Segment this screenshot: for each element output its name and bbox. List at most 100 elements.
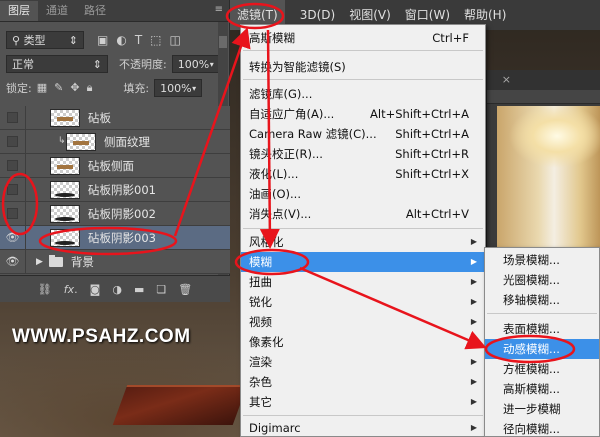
menu-item-other[interactable]: 其它 ▶ [241,392,485,412]
submenu-arrow-icon: ▶ [470,397,477,406]
layers-panel: 图层 通道 路径 ≡ ⚲ 类型 ⇕ ▣ ◐ T ⬚ ◫ 正常 ⇕ 不透明度: 1… [0,0,230,302]
trash-icon[interactable]: 🗑︎ [178,283,192,296]
tab-channels[interactable]: 通道 [38,1,76,21]
menu-item-blur[interactable]: 模糊 ▶ [241,252,485,272]
document-window: × [486,70,600,270]
menu-item-shortcut: Shift+Ctrl+R [395,147,469,161]
scrollbar-thumb[interactable] [219,36,227,48]
menu-item-stylize[interactable]: 风格化 ▶ [241,232,485,252]
submenu-item-gaussian-blur[interactable]: 高斯模糊... [485,379,599,399]
submenu-arrow-icon: ▶ [470,357,477,366]
expand-arrow-icon[interactable]: ▶ [36,257,43,267]
menu-item-adaptive-wide-angle[interactable]: 自适应广角(A)... Alt+Shift+Ctrl+A [241,104,485,124]
layer-row[interactable]: 砧板阴影002 [0,201,230,226]
visibility-toggle[interactable] [0,129,26,154]
menu-item-label: 自适应广角(A)... [249,107,335,121]
menu-item-label: 转换为智能滤镜(S) [249,60,346,74]
visibility-toggle[interactable]: 👁︎ [0,225,26,250]
tab-paths[interactable]: 路径 [76,1,114,21]
document-tab[interactable]: × [487,70,600,90]
tab-layers[interactable]: 图层 [0,1,38,21]
adjustment-filter-icon[interactable]: ◐ [116,33,126,47]
submenu-item-surface-blur[interactable]: 表面模糊... [485,319,599,339]
panel-menu-icon[interactable]: ≡ [215,4,223,15]
menu-item-camera-raw[interactable]: Camera Raw 滤镜(C)... Shift+Ctrl+A [241,124,485,144]
layer-row[interactable]: 砧板阴影001 [0,177,230,202]
submenu-item-box-blur[interactable]: 方框模糊... [485,359,599,379]
menu-separator [487,313,597,314]
opacity-field[interactable]: 100% ▾ [171,55,220,73]
search-icon: ⚲ [12,34,21,47]
folder-icon [48,254,63,267]
layer-row[interactable]: 砧板侧面 [0,153,230,178]
submenu-item-iris-blur[interactable]: 光圈模糊... [485,270,599,290]
lock-all-icon[interactable]: 🔒︎ [87,81,93,95]
lock-icons: ▦ ✎ ✥ 🔒︎ [37,81,93,95]
filter-kind-select[interactable]: ⚲ 类型 ⇕ [6,31,84,49]
menu-item-noise[interactable]: 杂色 ▶ [241,372,485,392]
smart-object-filter-icon[interactable]: ◫ [170,33,181,47]
hidden-box-icon [7,160,18,171]
layer-name: 砧板阴影003 [88,230,156,245]
menu-item-label: 像素化 [249,335,284,349]
submenu-item-motion-blur[interactable]: 动感模糊... [485,339,599,359]
adjustment-icon[interactable]: ◑ [112,283,122,296]
submenu-arrow-icon: ▶ [470,423,477,432]
menu-item-vanishing-point[interactable]: 消失点(V)... Alt+Ctrl+V [241,204,485,224]
layer-row[interactable]: 砧板 [0,105,230,130]
hidden-box-icon [7,136,18,147]
visibility-toggle[interactable]: 👁︎ [0,249,26,274]
menu-item-last-filter[interactable]: 高斯模糊 Ctrl+F [241,28,485,48]
blend-mode-select[interactable]: 正常 ⇕ [6,55,108,73]
menu-item-label: 光圈模糊... [503,273,560,287]
visibility-toggle[interactable] [0,153,26,178]
thumb-shadow [55,192,75,197]
lock-pixels-icon[interactable]: ✎ [54,81,63,95]
menu-item-distort[interactable]: 扭曲 ▶ [241,272,485,292]
layer-group-row[interactable]: 👁︎ ▶ 背景 [0,249,230,274]
menu-item-filter-gallery[interactable]: 滤镜库(G)... [241,84,485,104]
menu-item-label: 消失点(V)... [249,207,312,221]
menu-item-convert-smart-filter[interactable]: 转换为智能滤镜(S) [241,57,485,77]
menu-item-video[interactable]: 视频 ▶ [241,312,485,332]
menu-item-label: 滤镜库(G)... [249,87,313,101]
type-filter-icon[interactable]: T [135,33,142,47]
menu-item-label: 风格化 [249,235,284,249]
menu-item-label: 其它 [249,395,272,409]
menu-item-liquify[interactable]: 液化(L)... Shift+Ctrl+X [241,164,485,184]
submenu-item-field-blur[interactable]: 场景模糊... [485,250,599,270]
clip-arrow-icon: ↳ [58,136,66,146]
menu-item-digimarc[interactable]: Digimarc ▶ [241,418,485,437]
submenu-arrow-icon: ▶ [470,337,477,346]
submenu-arrow-icon: ▶ [470,257,477,266]
menu-item-lens-correction[interactable]: 镜头校正(R)... Shift+Ctrl+R [241,144,485,164]
lock-position-icon[interactable]: ✥ [70,81,79,95]
fill-field[interactable]: 100% ▾ [154,79,203,97]
layer-row-selected[interactable]: 👁︎ 砧板阴影003 [0,225,230,250]
close-icon[interactable]: × [502,73,511,86]
folder-icon[interactable]: ▬ [134,283,144,296]
menu-item-sharpen[interactable]: 锐化 ▶ [241,292,485,312]
new-layer-icon[interactable]: ❏ [156,283,166,296]
pixel-filter-icon[interactable]: ▣ [97,33,108,47]
fill-value: 100% [160,81,192,95]
layer-name: 砧板 [88,110,111,125]
panel-tabs: 图层 通道 路径 ≡ [0,0,229,22]
menu-item-render[interactable]: 渲染 ▶ [241,352,485,372]
mask-icon[interactable]: ◙ [90,283,101,296]
layer-row[interactable]: ↳ 侧面纹理 [0,129,230,154]
submenu-item-tilt-shift[interactable]: 移轴模糊... [485,290,599,310]
hidden-box-icon [7,208,18,219]
shape-filter-icon[interactable]: ⬚ [150,33,161,47]
visibility-toggle[interactable] [0,105,26,130]
lock-transparency-icon[interactable]: ▦ [37,81,47,95]
thumb-shadow [55,216,75,221]
menu-item-pixelate[interactable]: 像素化 ▶ [241,332,485,352]
visibility-toggle[interactable] [0,177,26,202]
submenu-item-radial-blur[interactable]: 径向模糊... [485,419,599,437]
fx-icon[interactable]: fx. [64,283,78,296]
link-icon[interactable]: ⛓ [38,283,52,296]
submenu-item-blur-more[interactable]: 进一步模糊 [485,399,599,419]
menu-item-oil-paint[interactable]: 油画(O)... [241,184,485,204]
visibility-toggle[interactable] [0,201,26,226]
